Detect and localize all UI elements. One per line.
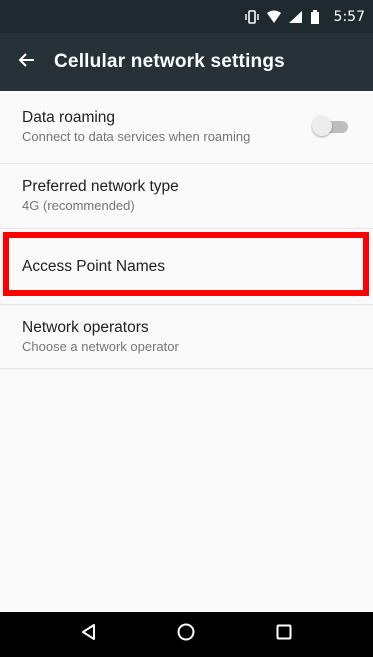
home-circle-icon [176,622,196,647]
vibrate-icon [244,9,260,25]
status-icons: 5:57 [244,9,365,25]
setting-subtitle: 4G (recommended) [22,198,135,213]
navigation-bar [0,612,373,657]
toggle-thumb [312,116,332,136]
nav-recents-button[interactable] [264,615,304,655]
back-button[interactable] [0,33,54,91]
settings-list: Data roaming Connect to data services wh… [0,91,373,369]
arrow-left-icon [18,51,36,74]
setting-title: Access Point Names [22,257,165,275]
signal-icon [288,9,304,25]
wifi-icon [266,9,282,25]
nav-home-button[interactable] [166,615,206,655]
back-triangle-icon [79,622,99,647]
battery-icon [310,9,326,25]
screen: 5:57 Cellular network settings Data roam… [0,0,373,657]
setting-subtitle: Choose a network operator [22,338,179,354]
setting-title: Preferred network type [22,178,179,195]
nav-back-button[interactable] [69,615,109,655]
setting-preferred-network-type[interactable]: Preferred network type 4G (recommended) [0,164,373,229]
data-roaming-toggle[interactable] [312,116,348,136]
status-time: 5:57 [333,8,365,25]
status-bar: 5:57 [0,0,373,33]
page-title: Cellular network settings [54,51,285,72]
setting-network-operators[interactable]: Network operators Choose a network opera… [0,305,373,369]
setting-title: Network operators [22,318,149,336]
recents-square-icon [274,622,294,647]
app-bar: Cellular network settings [0,33,373,91]
setting-data-roaming[interactable]: Data roaming Connect to data services wh… [0,91,373,164]
setting-access-point-names[interactable]: Access Point Names [0,229,373,305]
